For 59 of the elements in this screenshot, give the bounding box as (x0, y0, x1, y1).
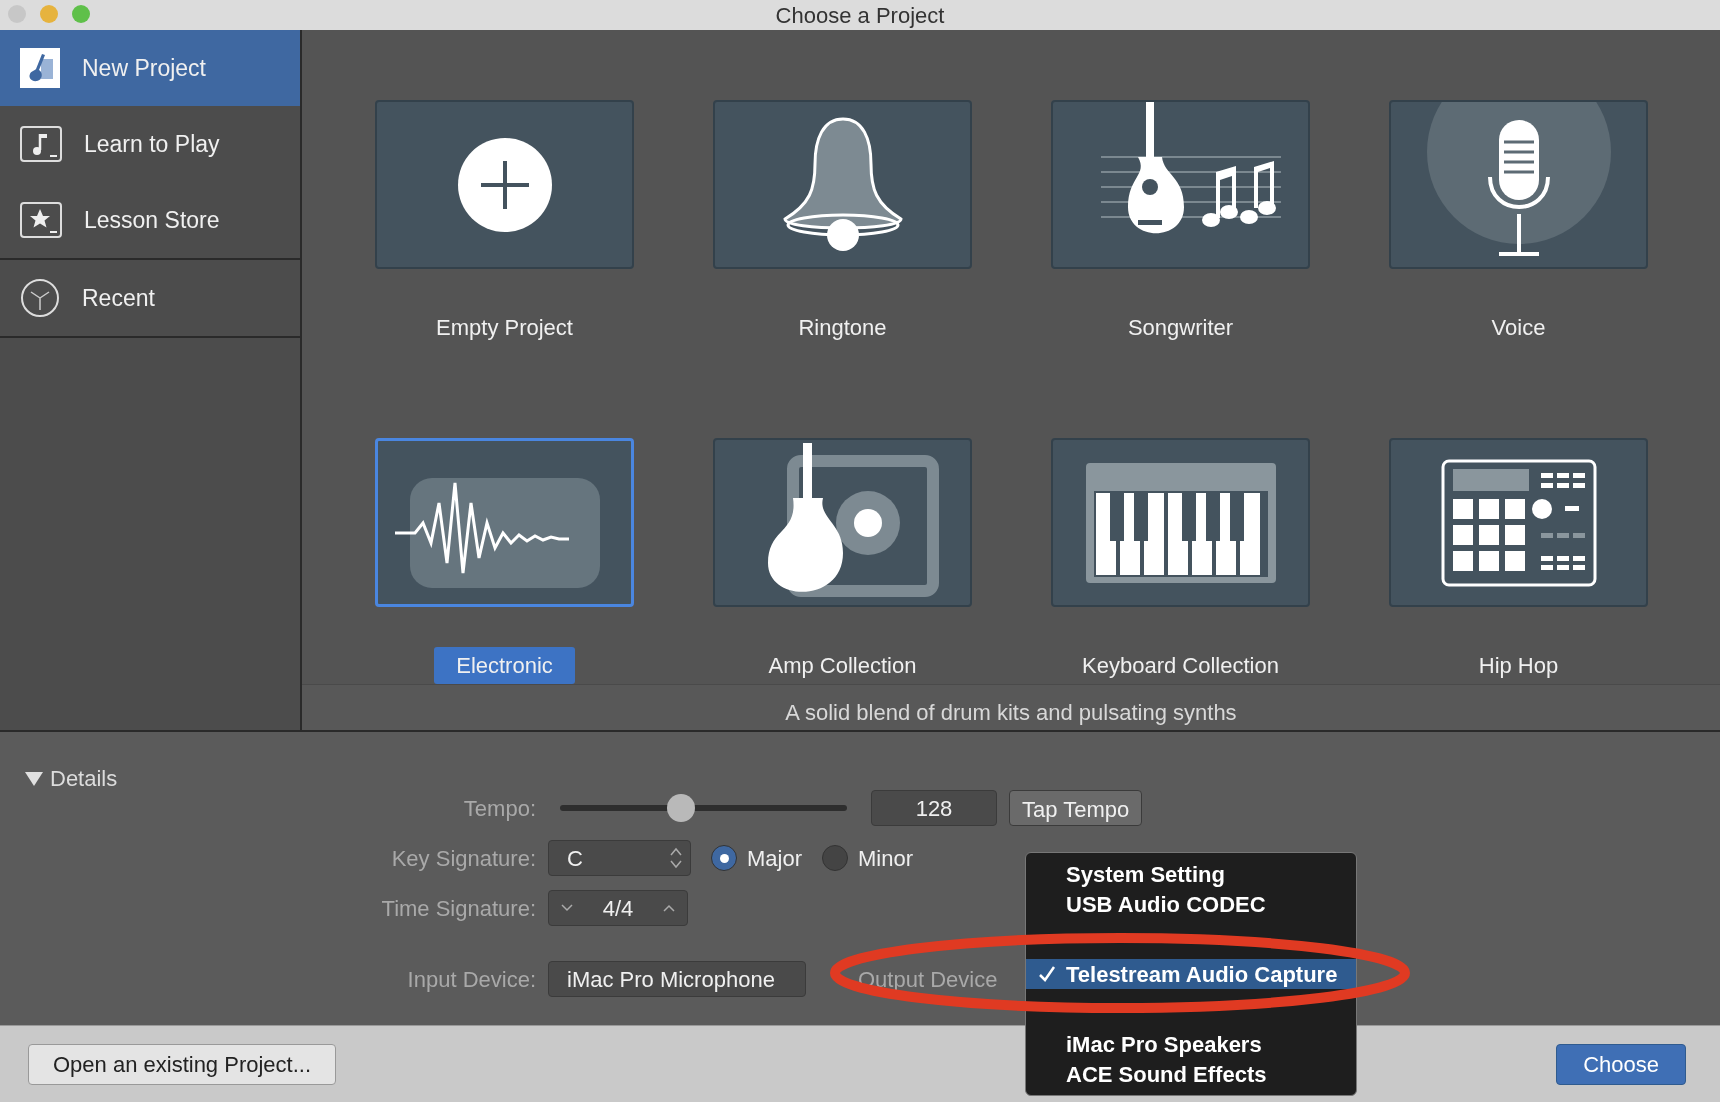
template-label[interactable]: Amp Collection (746, 647, 939, 684)
drum-machine-icon (1440, 458, 1597, 587)
template-tile[interactable] (1389, 438, 1648, 607)
slider-thumb[interactable] (666, 794, 695, 822)
tempo-field[interactable]: 128 (871, 790, 997, 826)
template-label[interactable]: Keyboard Collection (1060, 647, 1301, 684)
details-title: Details (50, 765, 118, 793)
template-label[interactable]: Empty Project (414, 309, 595, 346)
radio-dot[interactable] (822, 845, 848, 871)
mode-radio[interactable]: Major (711, 841, 802, 875)
menu-item[interactable]: USB Audio CODEC (1026, 889, 1356, 919)
field-label: Key Signature: (390, 844, 536, 873)
template-tile[interactable] (375, 100, 634, 269)
field-label: Input Device: (406, 965, 536, 994)
window-title: Choose a Project (775, 1, 945, 30)
stepper-icon (670, 847, 682, 869)
template-tile[interactable] (1389, 100, 1648, 269)
key-select[interactable]: C (548, 840, 691, 876)
time-signature-stepper[interactable]: 4/4 (548, 890, 688, 926)
sidebar-item[interactable]: Lesson Store (0, 182, 300, 258)
checkmark-icon (1038, 965, 1056, 983)
template-tile[interactable] (1051, 438, 1310, 607)
tempo-slider[interactable] (560, 794, 847, 822)
music-note-icon (20, 126, 62, 162)
guitar-icon (20, 48, 60, 88)
mode-radio[interactable]: Minor (822, 841, 914, 875)
menu-item[interactable]: ACE Sound Effects (1026, 1059, 1356, 1089)
radio-dot[interactable] (711, 845, 737, 871)
sidebar-item[interactable]: Learn to Play (0, 106, 300, 182)
input-device-select[interactable]: iMac Pro Microphone (548, 961, 806, 997)
sidebar-item[interactable]: New Project (0, 30, 300, 106)
template-tile[interactable] (375, 438, 634, 607)
template-label[interactable]: Ringtone (776, 309, 909, 346)
template-label[interactable]: Songwriter (1105, 309, 1256, 346)
radio-label: Major (747, 844, 802, 873)
stepper-value: 4/4 (602, 894, 634, 923)
chevron-up-icon (663, 904, 675, 912)
chevron-down-icon (561, 904, 573, 912)
choose-button[interactable]: Choose (1556, 1043, 1686, 1085)
plus-icon (456, 136, 553, 233)
menu-item[interactable]: iMac Pro Speakers (1026, 1029, 1356, 1059)
field-label: Tempo: (462, 794, 536, 823)
radio-label: Minor (858, 844, 914, 873)
tap-tempo-button[interactable]: Tap Tempo (1009, 790, 1143, 826)
clock-icon (20, 278, 60, 318)
description-text: A solid blend of drum kits and pulsating synths (785, 699, 1237, 727)
template-label[interactable]: Voice (1469, 309, 1568, 346)
template-tile[interactable] (1051, 100, 1310, 269)
menu-item[interactable]: Telestream Audio Capture (1026, 959, 1356, 989)
piano-keyboard-icon (1085, 462, 1276, 583)
template-tile[interactable] (713, 100, 972, 269)
open-project-button[interactable]: Open an existing Project... (28, 1043, 337, 1085)
menu-item[interactable]: System Setting (1026, 859, 1356, 889)
sidebar-item[interactable]: Recent (0, 260, 300, 336)
template-tile[interactable] (713, 438, 972, 607)
template-label[interactable]: Hip Hop (1456, 647, 1581, 684)
triangle-down-icon (24, 770, 44, 787)
template-label[interactable]: Electronic (434, 647, 575, 684)
field-label: Time Signature: (380, 894, 536, 923)
